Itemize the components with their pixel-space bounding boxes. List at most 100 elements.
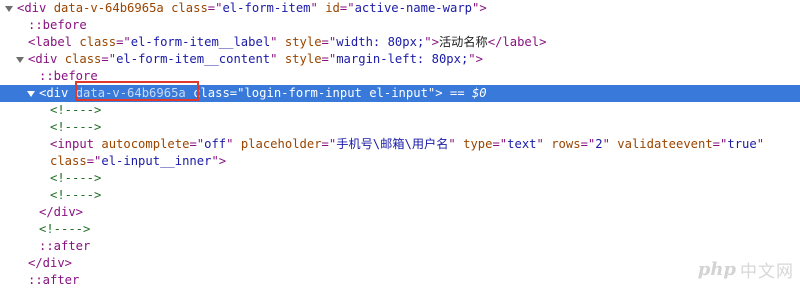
markup-token: ">: [472, 1, 487, 15]
markup-token: el-input__inner: [101, 154, 212, 168]
dom-node-line[interactable]: <div class="el-form-item__content" style…: [0, 51, 800, 68]
markup-token: 手机号\邮箱\用户名: [336, 137, 449, 151]
dom-node-line[interactable]: <div data-v-64b6965a class="el-form-item…: [0, 0, 800, 17]
markup-token: ">: [424, 35, 439, 49]
markup-token: login-form-input el-input: [244, 86, 428, 100]
markup-token: </label>: [487, 35, 547, 49]
dom-node-line[interactable]: </div>: [0, 255, 800, 272]
node-markup: <div data-v-64b6965a class="el-form-item…: [17, 0, 487, 17]
markup-token: <!---->: [50, 171, 102, 185]
markup-token: <!---->: [39, 222, 91, 236]
markup-token: =": [207, 1, 223, 15]
markup-token: ": [310, 1, 326, 15]
node-markup: </div>: [28, 255, 72, 272]
markup-token: =": [116, 35, 131, 49]
markup-token: ">: [427, 86, 443, 100]
markup-token: <div: [28, 52, 65, 66]
node-markup: <!---->: [50, 187, 101, 204]
markup-token: =": [580, 137, 596, 151]
markup-token: class: [79, 35, 117, 49]
markup-token: ": [602, 137, 618, 151]
node-markup: <input autocomplete="off" placeholder="手…: [50, 136, 764, 153]
markup-token: <div: [39, 86, 76, 100]
markup-token: ">: [468, 52, 483, 66]
dom-node-line[interactable]: <label class="el-form-item__label" style…: [0, 34, 800, 51]
markup-token: </div>: [39, 205, 84, 219]
markup-token: id: [325, 1, 340, 15]
markup-token: ::before: [28, 18, 87, 32]
dom-node-line[interactable]: <!---->: [0, 102, 800, 119]
markup-token: type: [463, 137, 493, 151]
node-markup: <!---->: [50, 170, 101, 187]
markup-token: el-form-item__label: [130, 35, 271, 49]
markup-token: 活动名称: [438, 35, 488, 49]
markup-token: true: [727, 137, 757, 151]
markup-token: <label: [28, 35, 80, 49]
dom-node-line[interactable]: <!---->: [0, 170, 800, 187]
markup-token: width: 80px;: [336, 35, 425, 49]
markup-token: 2: [595, 137, 603, 151]
markup-token: el-form-item__content: [116, 52, 271, 66]
markup-token: =": [339, 1, 355, 15]
markup-token: =": [492, 137, 508, 151]
markup-token: style: [284, 52, 322, 66]
markup-token: =": [101, 52, 117, 66]
markup-token: active-name-warp: [354, 1, 472, 15]
dom-node-line[interactable]: <!---->: [0, 119, 800, 136]
expand-toggle-icon[interactable]: [27, 91, 35, 97]
markup-token: <!---->: [50, 120, 102, 134]
node-markup: <!---->: [39, 221, 90, 238]
dom-node-line[interactable]: </div>: [0, 204, 800, 221]
markup-token: class: [171, 1, 208, 15]
markup-token: ": [226, 137, 241, 151]
markup-token: data-v-64b6965a: [53, 1, 172, 15]
node-markup: ::after: [39, 238, 90, 255]
markup-token: ": [448, 137, 464, 151]
dom-node-line[interactable]: <!---->: [0, 187, 800, 204]
markup-token: class: [50, 154, 87, 168]
dom-node-line[interactable]: ::after: [0, 272, 800, 289]
markup-token: =": [712, 137, 728, 151]
dom-node-line[interactable]: class="el-input__inner">: [0, 153, 800, 170]
markup-token: ": [270, 52, 285, 66]
markup-token: </div>: [28, 256, 73, 270]
dom-node-line[interactable]: <!---->: [0, 221, 800, 238]
markup-token: =": [189, 137, 205, 151]
markup-token: class: [64, 52, 102, 66]
markup-token: margin-left: 80px;: [336, 52, 469, 66]
node-markup: ::before: [28, 17, 87, 34]
markup-token: el-form-item: [222, 1, 311, 15]
site-watermark: php 中文网: [698, 256, 794, 282]
markup-token: ::after: [28, 273, 80, 287]
markup-token: <input: [50, 137, 102, 151]
node-markup: <div class="el-form-item__content" style…: [28, 51, 483, 68]
markup-token: rows: [551, 137, 581, 151]
markup-token: validateevent: [617, 137, 713, 151]
markup-token: autocomplete: [101, 137, 190, 151]
markup-token: style: [284, 35, 322, 49]
markup-token: ::after: [39, 239, 91, 253]
expand-toggle-icon[interactable]: [5, 6, 13, 12]
markup-token: text: [507, 137, 537, 151]
markup-token: ": [536, 137, 552, 151]
markup-token: <div: [17, 1, 54, 15]
markup-token: == $0: [442, 86, 487, 100]
annotation-highlight-box: [75, 81, 199, 101]
markup-token: =": [321, 35, 337, 49]
node-markup: </div>: [39, 204, 83, 221]
node-markup: class="el-input__inner">: [50, 153, 226, 170]
node-markup: <!---->: [50, 119, 101, 136]
node-markup: ::after: [28, 272, 79, 289]
dom-node-line[interactable]: ::before: [0, 17, 800, 34]
dom-node-line[interactable]: ::after: [0, 238, 800, 255]
markup-token: placeholder: [240, 137, 322, 151]
expand-toggle-icon[interactable]: [16, 57, 24, 63]
dom-node-line[interactable]: <input autocomplete="off" placeholder="手…: [0, 136, 800, 153]
markup-token: =": [86, 154, 102, 168]
markup-token: ">: [211, 154, 227, 168]
markup-token: =": [229, 86, 245, 100]
markup-token: <!---->: [50, 188, 102, 202]
watermark-text: 中文网: [740, 261, 794, 282]
markup-token: =": [321, 137, 337, 151]
markup-token: <!---->: [50, 103, 102, 117]
